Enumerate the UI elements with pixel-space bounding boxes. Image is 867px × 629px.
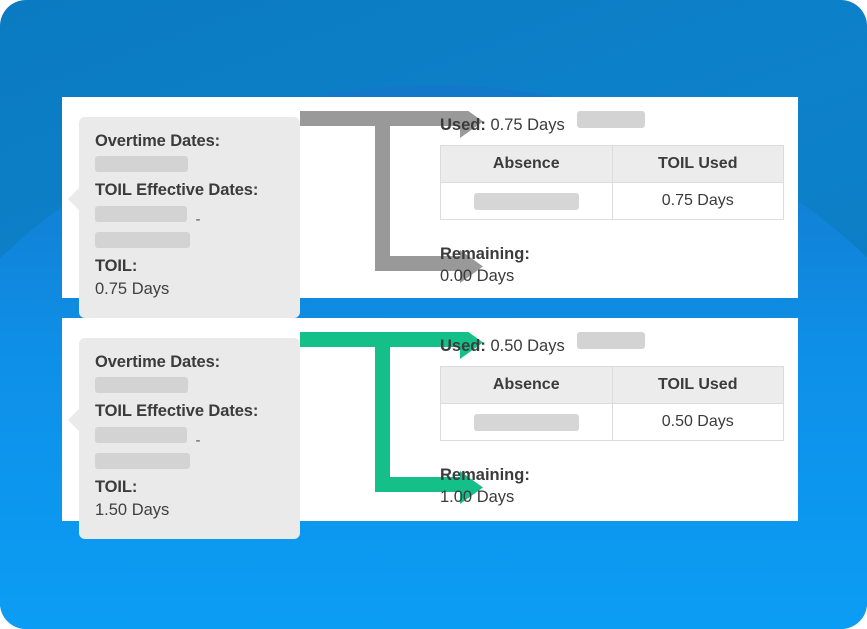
screenshot-stage: Overtime Dates: TOIL Effective Dates: - … [0,0,867,629]
cell-absence [440,403,613,442]
date-range-separator: - [195,210,201,228]
toil-effective-start-redacted-value [95,205,187,222]
used-redacted-value [577,111,646,128]
toil-effective-dates-value-row: - [95,203,284,255]
toil-usage-table: Absence TOIL Used 0.50 Days [440,366,784,442]
remaining-value: 0.00 Days [440,267,515,286]
toil-example-panel-partially-used: Overtime Dates: TOIL Effective Dates: - … [62,318,798,539]
toil-value: 1.50 Days [95,501,170,520]
overtime-info-card: Overtime Dates: TOIL Effective Dates: - … [68,117,300,318]
overtime-dates-label: Overtime Dates: [95,132,221,150]
table-row: 0.50 Days [440,403,784,442]
column-header-toil-used: TOIL Used [611,366,784,405]
overtime-dates-redacted-value [95,156,188,173]
toil-effective-start-redacted-value [95,426,187,443]
remaining-label: Remaining: [440,245,530,264]
table-row: 0.75 Days [440,182,784,221]
overtime-dates-redacted-value [95,377,188,394]
cell-toil-used: 0.50 Days [611,403,784,442]
remaining-label: Remaining: [440,466,530,485]
toil-effective-end-redacted-value [95,452,190,469]
card-pointer-triangle [68,188,79,210]
used-value: 0.75 Days [490,116,565,134]
card-pointer-triangle [68,409,79,431]
column-header-absence: Absence [440,366,613,405]
used-value: 0.50 Days [490,337,565,355]
remaining-value: 1.00 Days [440,488,515,507]
toil-effective-dates-label: TOIL Effective Dates: [95,402,259,421]
overtime-dates-value-row [95,153,284,179]
toil-label: TOIL: [95,256,138,275]
column-header-toil-used: TOIL Used [611,145,784,184]
toil-effective-dates-label: TOIL Effective Dates: [95,181,259,200]
table-header-row: Absence TOIL Used [440,145,784,184]
cell-toil-used: 0.75 Days [611,182,784,221]
used-label: Used: [440,116,486,134]
used-line: Used: 0.75 Days [440,108,785,136]
absence-redacted-value [473,192,579,210]
toil-value: 0.75 Days [95,280,170,299]
toil-usage-table: Absence TOIL Used 0.75 Days [440,145,784,221]
toil-label: TOIL: [95,477,138,496]
table-header-row: Absence TOIL Used [440,366,784,405]
overtime-dates-label: Overtime Dates: [95,353,221,371]
overtime-info-card: Overtime Dates: TOIL Effective Dates: - … [68,338,300,539]
toil-example-panel-fully-used: Overtime Dates: TOIL Effective Dates: - … [62,97,798,318]
toil-effective-dates-value-row: - [95,424,284,476]
overtime-dates-value-row [95,374,284,400]
column-header-absence: Absence [440,145,613,184]
cell-absence [440,182,613,221]
remaining-block: Remaining: 1.00 Days [440,465,785,509]
toil-usage-summary: Used: 0.75 Days Absence TOIL Used 0.75 D… [440,108,785,288]
absence-redacted-value [473,413,579,431]
toil-effective-end-redacted-value [95,231,190,248]
remaining-block: Remaining: 0.00 Days [440,244,785,288]
used-redacted-value [577,332,646,349]
date-range-separator: - [195,431,201,449]
used-label: Used: [440,337,486,355]
toil-usage-summary: Used: 0.50 Days Absence TOIL Used 0.50 D… [440,329,785,509]
used-line: Used: 0.50 Days [440,329,785,357]
